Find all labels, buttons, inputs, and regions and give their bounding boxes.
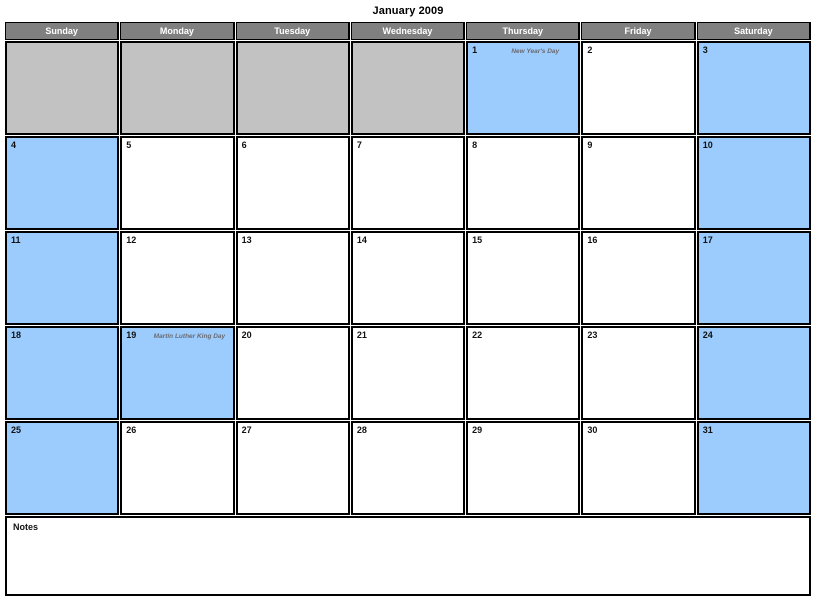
day-number: 8	[472, 140, 478, 150]
notes-box[interactable]: Notes	[5, 516, 811, 596]
day-cell-empty	[120, 41, 235, 135]
day-number: 29	[472, 425, 483, 435]
day-number: 16	[587, 235, 598, 245]
day-number: 14	[356, 235, 367, 245]
day-number: 6	[241, 140, 247, 150]
day-number: 7	[356, 140, 362, 150]
day-number: 31	[702, 425, 713, 435]
day-cell-8[interactable]: 8	[466, 136, 581, 230]
day-cell-10[interactable]: 10	[696, 136, 811, 230]
day-cell-26[interactable]: 26	[120, 421, 235, 515]
day-number: 17	[702, 235, 713, 245]
day-cell-5[interactable]: 5	[120, 136, 235, 230]
day-cell-18[interactable]: 18	[5, 326, 120, 420]
calendar-page: January 2009 Sunday Monday Tuesday Wedne…	[0, 0, 816, 605]
day-cell-16[interactable]: 16	[581, 231, 696, 325]
day-cell-24[interactable]: 24	[696, 326, 811, 420]
weekday-header-wednesday: Wednesday	[350, 22, 466, 40]
day-cell-9[interactable]: 9	[581, 136, 696, 230]
day-number: 13	[241, 235, 252, 245]
calendar-grid: Sunday Monday Tuesday Wednesday Thursday…	[5, 18, 811, 515]
day-number: 5	[126, 140, 132, 150]
holiday-label: Martin Luther King Day	[153, 333, 226, 340]
notes-label: Notes	[13, 522, 39, 532]
day-cell-21[interactable]: 21	[350, 326, 466, 420]
day-cell-23[interactable]: 23	[581, 326, 696, 420]
day-cell-31[interactable]: 31	[696, 421, 811, 515]
day-number: 23	[587, 330, 598, 340]
week-row: 11 12 13 14 15 16 17	[5, 231, 811, 325]
day-cell-27[interactable]: 27	[235, 421, 350, 515]
holiday-label: New Year's Day	[511, 48, 560, 55]
day-number: 2	[587, 45, 593, 55]
week-row: 25 26 27 28 29 30 31	[5, 421, 811, 515]
day-cell-1[interactable]: 1 New Year's Day	[466, 41, 581, 135]
day-number: 27	[241, 425, 252, 435]
day-cell-17[interactable]: 17	[696, 231, 811, 325]
day-number: 18	[11, 330, 22, 340]
weekday-header-tuesday: Tuesday	[235, 22, 350, 40]
day-cell-3[interactable]: 3	[696, 41, 811, 135]
day-number: 1	[472, 45, 478, 55]
day-number: 28	[356, 425, 367, 435]
week-row: 1 New Year's Day 2 3	[5, 41, 811, 135]
weekday-header-monday: Monday	[120, 22, 235, 40]
day-number: 30	[587, 425, 598, 435]
day-number: 3	[702, 45, 708, 55]
day-number: 10	[702, 140, 713, 150]
day-cell-29[interactable]: 29	[466, 421, 581, 515]
day-cell-13[interactable]: 13	[235, 231, 350, 325]
day-number: 20	[241, 330, 252, 340]
day-cell-2[interactable]: 2	[581, 41, 696, 135]
weekday-header-saturday: Saturday	[696, 22, 811, 40]
day-cell-empty	[350, 41, 466, 135]
day-number: 26	[126, 425, 137, 435]
day-cell-15[interactable]: 15	[466, 231, 581, 325]
weekday-header-sunday: Sunday	[5, 22, 120, 40]
day-cell-22[interactable]: 22	[466, 326, 581, 420]
day-number: 25	[11, 425, 22, 435]
day-number: 22	[472, 330, 483, 340]
day-cell-6[interactable]: 6	[235, 136, 350, 230]
day-cell-19[interactable]: 19 Martin Luther King Day	[120, 326, 235, 420]
week-row: 4 5 6 7 8 9 10	[5, 136, 811, 230]
day-cell-empty	[5, 41, 120, 135]
page-title: January 2009	[372, 5, 444, 17]
calendar-weeks: 1 New Year's Day 2 3 4 5 6 7 8 9 10 11 12 13 14 15 16 17 1…	[5, 41, 811, 515]
day-cell-28[interactable]: 28	[350, 421, 466, 515]
day-cell-7[interactable]: 7	[350, 136, 466, 230]
week-row: 18 19 Martin Luther King Day 20 21 22 23 24	[5, 326, 811, 420]
day-cell-empty	[235, 41, 350, 135]
day-number: 15	[472, 235, 483, 245]
day-cell-25[interactable]: 25	[5, 421, 120, 515]
weekday-header-row: Sunday Monday Tuesday Wednesday Thursday…	[5, 22, 811, 40]
day-number: 12	[126, 235, 137, 245]
day-cell-12[interactable]: 12	[120, 231, 235, 325]
day-number: 19	[126, 330, 137, 340]
day-number: 24	[702, 330, 713, 340]
weekday-header-thursday: Thursday	[466, 22, 581, 40]
day-cell-20[interactable]: 20	[235, 326, 350, 420]
day-cell-11[interactable]: 11	[5, 231, 120, 325]
day-number: 11	[11, 235, 21, 245]
day-cell-30[interactable]: 30	[581, 421, 696, 515]
day-number: 21	[356, 330, 367, 340]
day-cell-14[interactable]: 14	[350, 231, 466, 325]
weekday-header-friday: Friday	[581, 22, 696, 40]
day-number: 4	[11, 140, 17, 150]
day-number: 9	[587, 140, 593, 150]
day-cell-4[interactable]: 4	[5, 136, 120, 230]
